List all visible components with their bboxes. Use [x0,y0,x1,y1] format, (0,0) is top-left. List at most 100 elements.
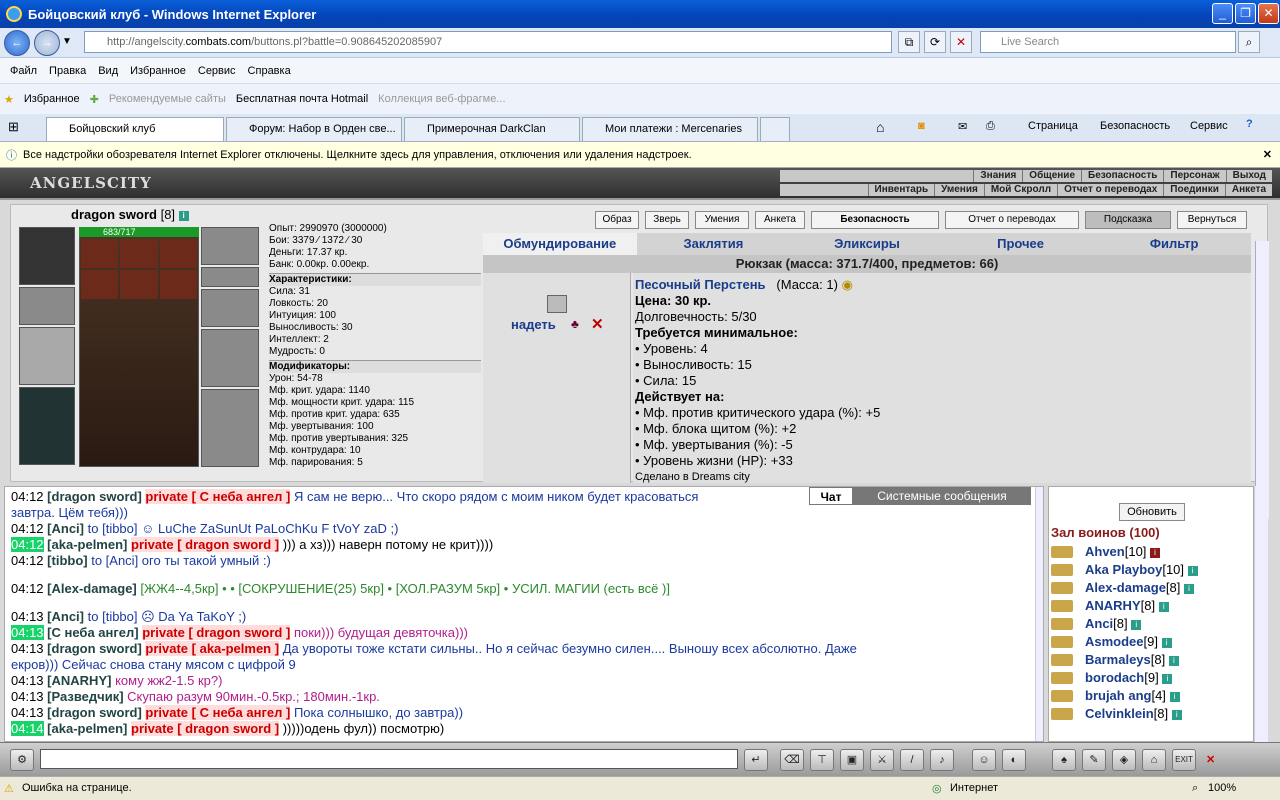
chat-time[interactable]: 04:13 [11,705,44,720]
rune-slot[interactable] [81,239,119,268]
user-name[interactable]: Celvinklein [1085,706,1154,721]
chat-time[interactable]: 04:12 [11,581,44,596]
chat-nick[interactable]: [dragon sword] [47,489,142,504]
user-name[interactable]: Aka Playboy [1085,562,1162,577]
eraser-icon[interactable]: ⌫ [780,749,804,771]
menu-scroll[interactable]: Мой Скролл [983,184,1057,196]
pet-button[interactable]: Зверь [645,211,689,229]
tab-elixirs[interactable]: Эликсиры [790,233,944,255]
user-item[interactable]: Celvinklein[8] i [1051,705,1241,723]
private-message-icon[interactable] [1051,564,1073,576]
zoom-icon[interactable]: ⌕ [1192,782,1198,795]
transfers-button[interactable]: Отчет о переводах [945,211,1079,229]
user-info-icon[interactable]: i [1169,691,1180,702]
forward-button[interactable]: → [34,30,60,56]
history-dropdown-icon[interactable]: ▼ [62,36,72,47]
tab-chat[interactable]: Чат [809,487,853,505]
rune-slot[interactable] [81,270,119,299]
chat-private-target[interactable]: private [ aka-pelmen ] [145,641,280,656]
tab-payments[interactable]: Мои платежи : Mercenaries [582,117,758,141]
shield-slot[interactable] [201,329,259,387]
chat-time[interactable]: 04:12 [11,521,44,536]
inventory-scrollbar[interactable] [1255,241,1269,519]
user-name[interactable]: brujah ang [1085,688,1151,703]
refresh-icon[interactable]: ⟳ [924,31,946,53]
room-icon[interactable]: ⌂ [1142,749,1166,771]
clan-icon[interactable]: ◐ [1002,749,1026,771]
image-button[interactable]: Образ [595,211,639,229]
rune-slot[interactable] [120,239,158,268]
infobar-close-icon[interactable]: ✕ [1263,148,1272,161]
chat-nick[interactable]: [ANARHY] [47,673,111,688]
private-message-icon[interactable] [1051,582,1073,594]
user-item[interactable]: Ahven[10] i [1051,543,1241,561]
user-info-icon[interactable]: i [1184,583,1195,594]
menu-tools[interactable]: Сервис [192,65,242,77]
chat-private-target[interactable]: private [ С неба ангел ] [145,705,291,720]
private-message-icon[interactable] [1051,636,1073,648]
user-item[interactable]: borodach[9] i [1051,669,1241,687]
user-item[interactable]: Barmaleys[8] i [1051,651,1241,669]
menu-fights[interactable]: Поединки [1163,184,1225,196]
helmet-slot[interactable] [19,227,75,285]
chat-nick[interactable]: [aka-pelmen] [47,721,127,736]
item-name[interactable]: Песочный Перстень [635,277,766,292]
chat-time[interactable]: 04:14 [11,721,44,736]
drop-item-icon[interactable]: ✕ [591,315,604,333]
gloves-slot[interactable] [201,289,259,327]
feeds-icon[interactable]: ◙ [918,120,925,132]
fav-link-hotmail[interactable]: Бесплатная почта Hotmail [236,93,368,105]
information-bar[interactable]: ⓘ Все надстройки обозревателя Internet E… [0,142,1280,168]
add-favorite-icon[interactable]: ✚ [90,93,99,106]
wear-link[interactable]: надеть [511,317,556,332]
bracers-slot[interactable] [19,287,75,325]
chat-input[interactable] [40,749,738,769]
menu-favorites[interactable]: Избранное [124,65,192,77]
menu-view[interactable]: Вид [92,65,124,77]
user-info-icon[interactable]: i [1171,709,1182,720]
fav-link-webslices[interactable]: Коллекция веб-фрагме... [378,93,505,105]
chat-settings-icon[interactable]: ⚙ [10,749,34,771]
earring-slot[interactable] [201,227,259,265]
chat-nick[interactable]: [aka-pelmen] [47,537,127,552]
user-info-icon[interactable]: i [1158,601,1169,612]
search-icon[interactable]: ⌕ [1238,31,1260,53]
chat-private-target[interactable]: private [ dragon sword ] [131,721,280,736]
tab-fightclub[interactable]: Бойцовский клуб [46,117,224,141]
profile-button[interactable]: Анкета [755,211,805,229]
user-info-icon[interactable]: i [1131,619,1142,630]
chat-time[interactable]: 04:13 [11,625,44,640]
inventory-icon[interactable]: ♠ [1052,749,1076,771]
chat-nick[interactable]: [dragon sword] [47,705,142,720]
chat-nick[interactable]: [Anci] [47,609,84,624]
user-name[interactable]: Asmodee [1085,634,1144,649]
chat-nick[interactable]: [tibbo] [47,553,87,568]
security-button[interactable]: Безопасность [811,211,939,229]
translit-icon[interactable]: / [900,749,924,771]
tab-filter[interactable]: Фильтр [1097,233,1251,255]
smiles-icon[interactable]: ☺ [972,749,996,771]
chat-time[interactable]: 04:12 [11,537,44,552]
user-item[interactable]: Alex-damage[8] i [1051,579,1241,597]
user-name[interactable]: Alex-damage [1085,580,1166,595]
menu-social[interactable]: Общение [1022,170,1081,182]
user-item[interactable]: Aka Playboy[10] i [1051,561,1241,579]
filter-icon[interactable]: ⊤ [810,749,834,771]
legs-slot[interactable] [201,389,259,467]
chat-scrollbar[interactable] [1035,487,1043,741]
characteristics-header[interactable]: Характеристики: [269,273,481,286]
tab-system-messages[interactable]: Системные сообщения [853,487,1031,505]
warning-icon[interactable]: ⚠ [4,782,14,795]
menu-character[interactable]: Персонаж [1163,170,1225,182]
fav-link-suggested[interactable]: Рекомендуемые сайты [109,93,226,105]
tab-other[interactable]: Прочее [944,233,1098,255]
back-button[interactable]: ← [4,30,30,56]
chat-time[interactable]: 04:13 [11,673,44,688]
private-message-icon[interactable] [1051,546,1073,558]
maximize-button[interactable]: ❐ [1235,3,1256,24]
private-message-icon[interactable] [1051,618,1073,630]
chat-nick[interactable]: [С неба ангел] [47,625,138,640]
return-button[interactable]: Вернуться [1177,211,1247,229]
tab-forum[interactable]: Форум: Набор в Орден све... [226,117,402,141]
user-item[interactable]: Anci[8] i [1051,615,1241,633]
